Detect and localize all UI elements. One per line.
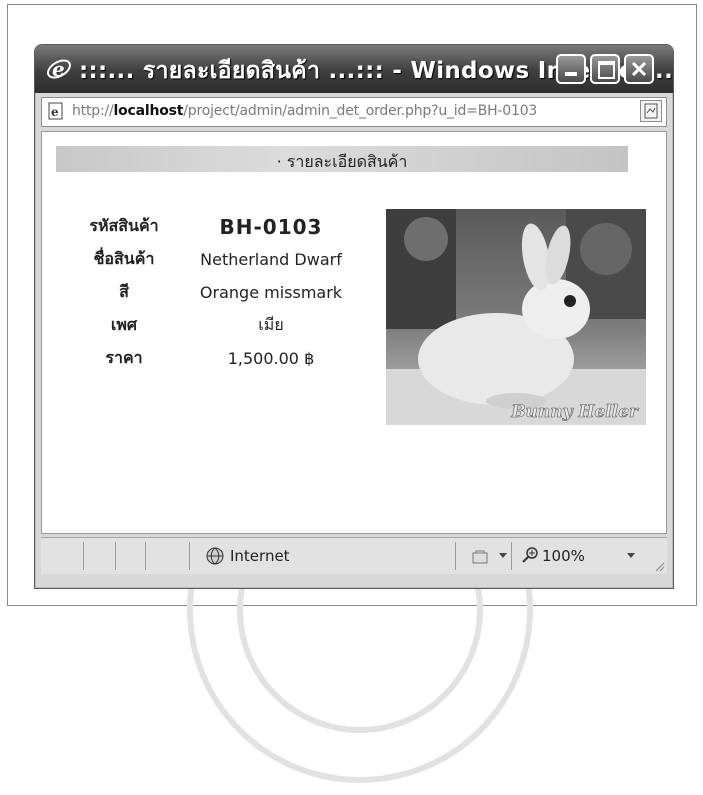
- field-label-name: ชื่อสินค้า: [93, 249, 155, 268]
- url-text[interactable]: http://localhost/project/admin/admin_det…: [72, 103, 537, 119]
- title-bar[interactable]: e :::... รายละเอียดสินค้า ...::: - Windo…: [35, 45, 673, 93]
- address-bar[interactable]: e http://localhost/project/admin/admin_d…: [41, 97, 667, 127]
- field-label-code: รหัสสินค้า: [89, 216, 159, 235]
- status-pane: [115, 542, 116, 570]
- status-pane: [455, 542, 456, 570]
- header-band: · รายละเอียดสินค้า: [56, 146, 628, 172]
- field-label-price: ราคา: [105, 348, 143, 367]
- status-pane: [511, 542, 512, 570]
- protected-mode-icon[interactable]: [470, 548, 494, 566]
- resize-grip-icon[interactable]: [653, 560, 665, 572]
- photo-caption: Bunny Heller: [510, 402, 639, 422]
- page-content: · รายละเอียดสินค้า รหัสสินค้า BH-0103 ชื…: [41, 131, 667, 534]
- table-row: ชื่อสินค้า Netherland Dwarf: [76, 243, 370, 276]
- globe-icon: [206, 547, 224, 565]
- security-zone-label[interactable]: Internet: [230, 547, 290, 565]
- table-row: เพศ เมีย: [76, 309, 370, 342]
- chevron-down-icon[interactable]: [627, 553, 635, 558]
- compatibility-view-button[interactable]: [640, 100, 662, 122]
- chevron-down-icon[interactable]: [499, 553, 507, 558]
- field-label-color: สี: [119, 282, 129, 301]
- svg-text:e: e: [52, 57, 65, 81]
- field-value-price: 1,500.00 ฿: [227, 349, 315, 368]
- maximize-button[interactable]: [590, 54, 620, 84]
- rabbit-photo-image: Bunny Heller: [386, 209, 646, 425]
- table-row: ราคา 1,500.00 ฿: [76, 342, 370, 375]
- field-value-gender: เมีย: [258, 315, 284, 334]
- page-header-title: · รายละเอียดสินค้า: [276, 152, 408, 171]
- svg-text:e: e: [51, 105, 59, 119]
- zoom-level[interactable]: 100%: [542, 547, 585, 565]
- compatibility-view-icon: [644, 103, 658, 119]
- status-pane: [145, 542, 146, 570]
- table-row: รหัสสินค้า BH-0103: [76, 210, 370, 243]
- field-value-name: Netherland Dwarf: [200, 250, 342, 269]
- product-photo: Bunny Heller: [386, 209, 646, 425]
- url-prefix: http://: [72, 103, 114, 119]
- browser-window: e :::... รายละเอียดสินค้า ...::: - Windo…: [34, 44, 674, 589]
- page-icon: e: [48, 102, 63, 120]
- close-button[interactable]: [624, 54, 654, 84]
- zoom-icon: [522, 547, 538, 563]
- field-value-color: Orange missmark: [199, 283, 343, 302]
- field-value-code: BH-0103: [219, 214, 323, 239]
- product-info-table: รหัสสินค้า BH-0103 ชื่อสินค้า Netherland…: [76, 210, 370, 375]
- url-host: localhost: [113, 103, 184, 119]
- field-label-gender: เพศ: [110, 315, 138, 334]
- url-path: /project/admin/admin_det_order.php?u_id=…: [183, 103, 538, 119]
- close-icon: [631, 61, 647, 77]
- minimize-button[interactable]: [556, 54, 586, 84]
- ie-logo-icon: e: [47, 57, 71, 81]
- status-pane: [189, 542, 190, 570]
- table-row: สี Orange missmark: [76, 276, 370, 309]
- status-pane: [83, 542, 84, 570]
- status-bar: Internet 100%: [41, 537, 667, 574]
